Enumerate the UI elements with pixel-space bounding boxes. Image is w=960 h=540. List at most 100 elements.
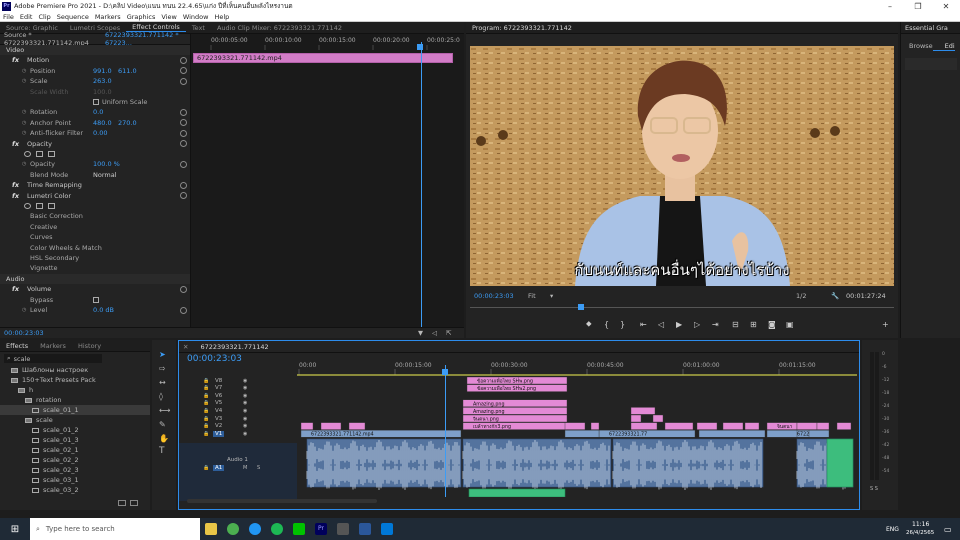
track-lock-icon[interactable]: 🔒 <box>203 408 209 414</box>
clock-time[interactable]: 11:16 <box>912 521 929 528</box>
track-lock-icon[interactable]: 🔒 <box>203 400 209 406</box>
menu-help[interactable]: Help <box>211 13 232 21</box>
notification-icon[interactable]: ▭ <box>944 525 952 534</box>
toggle-output-icon[interactable]: ◉ <box>243 385 247 391</box>
close-tab-icon[interactable]: ✕ <box>179 343 194 351</box>
effects-tree-item[interactable]: 150+Text Presets Pack <box>0 375 150 385</box>
razor-tool-icon[interactable]: ◊ <box>159 392 163 401</box>
program-title[interactable]: Program: 6722393321.771142 <box>466 24 578 32</box>
play-icon[interactable]: ▶ <box>676 320 682 329</box>
track-header[interactable]: 🔒 V5 ◉ <box>179 399 297 408</box>
effects-tree-item[interactable]: Шаблоны настроек <box>0 365 150 375</box>
mark-out-icon[interactable]: } <box>620 320 625 329</box>
property-value[interactable]: 0.00 <box>93 129 107 137</box>
reset-icon[interactable] <box>180 108 187 116</box>
timeline-clip[interactable] <box>630 414 642 423</box>
track-lock-icon[interactable]: 🔒 <box>203 385 209 391</box>
program-playhead[interactable] <box>578 304 584 310</box>
timeline-clip[interactable] <box>766 430 798 438</box>
play-only-audio-icon[interactable]: ◁ <box>432 329 437 337</box>
effect-playhead-handle[interactable] <box>417 44 423 50</box>
ripple-edit-tool-icon[interactable]: ↔ <box>159 378 166 387</box>
effects-tree-item[interactable]: scale_01_2 <box>0 425 150 435</box>
track-header[interactable]: 🔒 V6 ◉ <box>179 392 297 400</box>
tab-effects[interactable]: Effects <box>0 342 34 350</box>
stopwatch-icon[interactable]: ◷ <box>22 68 26 74</box>
effects-tree-item[interactable]: scale_01_3 <box>0 435 150 445</box>
app-icon[interactable] <box>337 523 349 535</box>
menu-clip[interactable]: Clip <box>35 13 53 21</box>
reset-icon[interactable] <box>180 77 187 85</box>
property-value[interactable]: 0.0 <box>93 108 103 116</box>
track-label[interactable]: V2 <box>213 423 224 429</box>
blend-mode-select[interactable]: Normal <box>93 171 117 179</box>
timeline-clip[interactable] <box>796 422 818 430</box>
mute-button[interactable]: M <box>243 465 247 471</box>
track-label[interactable]: V6 <box>213 393 224 399</box>
word-icon[interactable] <box>359 523 371 535</box>
fx-toggle-icon[interactable]: fx <box>0 56 19 64</box>
effects-tree-item[interactable]: scale_02_2 <box>0 455 150 465</box>
track-lock-icon[interactable]: 🔒 <box>203 393 209 399</box>
property-value[interactable]: 611.0 <box>118 67 137 75</box>
maximize-button[interactable]: ❐ <box>904 0 932 12</box>
menu-sequence[interactable]: Sequence <box>54 13 92 21</box>
skype-icon[interactable] <box>249 523 261 535</box>
toggle-output-icon[interactable]: ◉ <box>243 393 247 399</box>
track-lock-icon[interactable]: 🔒 <box>203 465 209 471</box>
timeline-timecode[interactable]: 00:00:23:03 <box>187 354 242 364</box>
essential-graphics-title[interactable]: Essential Gra <box>901 24 952 32</box>
timeline-scrollbar[interactable] <box>187 499 377 503</box>
timeline-clip[interactable] <box>696 422 718 430</box>
tab-edit[interactable]: Edi <box>932 42 955 51</box>
stopwatch-icon[interactable]: ◷ <box>22 130 26 136</box>
property-value[interactable]: 100.0 % <box>93 160 120 168</box>
close-button[interactable]: ✕ <box>932 0 960 12</box>
reset-icon[interactable] <box>180 56 187 64</box>
timeline-clip[interactable] <box>564 422 586 430</box>
effects-search[interactable]: ⌕ scale <box>4 354 102 363</box>
line-icon[interactable] <box>293 523 305 535</box>
selection-tool-icon[interactable]: ➤ <box>159 350 166 359</box>
extract-icon[interactable]: ⊞ <box>750 320 757 329</box>
ellipse-mask-icon[interactable] <box>24 203 31 209</box>
timeline-clip[interactable] <box>320 422 342 430</box>
toggle-output-icon[interactable]: ◉ <box>243 400 247 406</box>
track-label[interactable]: V1 <box>213 430 225 437</box>
track-label[interactable]: A1 <box>213 465 225 471</box>
timeline-clip[interactable] <box>652 414 664 423</box>
reset-icon[interactable] <box>180 192 187 200</box>
timeline-clip[interactable] <box>564 430 600 438</box>
pen-tool-icon[interactable]: ✎ <box>159 420 166 429</box>
new-bin-icon[interactable] <box>118 500 126 506</box>
zoom-chevron-icon[interactable]: ▾ <box>550 292 553 300</box>
reset-icon[interactable] <box>180 285 187 293</box>
fx-toggle-icon[interactable]: fx <box>0 181 19 189</box>
stopwatch-icon[interactable]: ◷ <box>22 109 26 115</box>
audio-clip[interactable] <box>612 438 764 488</box>
track-lock-icon[interactable]: 🔒 <box>203 431 209 437</box>
track-label[interactable]: V4 <box>213 408 224 414</box>
reset-icon[interactable] <box>180 67 187 75</box>
tab-browse[interactable]: Browse <box>901 42 933 50</box>
video-frame[interactable]: กับนนท์และคนอื่นๆได้อย่างไรบ้าง <box>470 46 894 286</box>
fx-toggle-icon[interactable]: fx <box>0 192 19 200</box>
reset-icon[interactable] <box>180 140 187 148</box>
reset-icon[interactable] <box>180 129 187 137</box>
menu-file[interactable]: File <box>0 13 17 21</box>
language-indicator[interactable]: ENG <box>886 526 899 533</box>
stopwatch-icon[interactable]: ◷ <box>22 307 26 313</box>
stopwatch-icon[interactable]: ◷ <box>22 120 26 126</box>
effect-timecode[interactable]: 00:00:23:03 <box>0 329 44 337</box>
effects-tree-item[interactable]: scale_02_3 <box>0 465 150 475</box>
slip-tool-icon[interactable]: ⟷ <box>159 406 170 415</box>
property-value[interactable]: 270.0 <box>118 119 137 127</box>
export-frame-icon[interactable]: ◙ <box>768 320 776 329</box>
track-label[interactable]: V7 <box>213 385 224 391</box>
reset-icon[interactable] <box>180 181 187 189</box>
timeline-clip[interactable] <box>698 430 766 438</box>
program-timecode[interactable]: 00:00:23:03 <box>474 292 514 300</box>
reset-icon[interactable] <box>180 306 187 314</box>
effect-name[interactable]: Opacity <box>19 140 52 148</box>
property-value[interactable]: 991.0 <box>93 67 112 75</box>
